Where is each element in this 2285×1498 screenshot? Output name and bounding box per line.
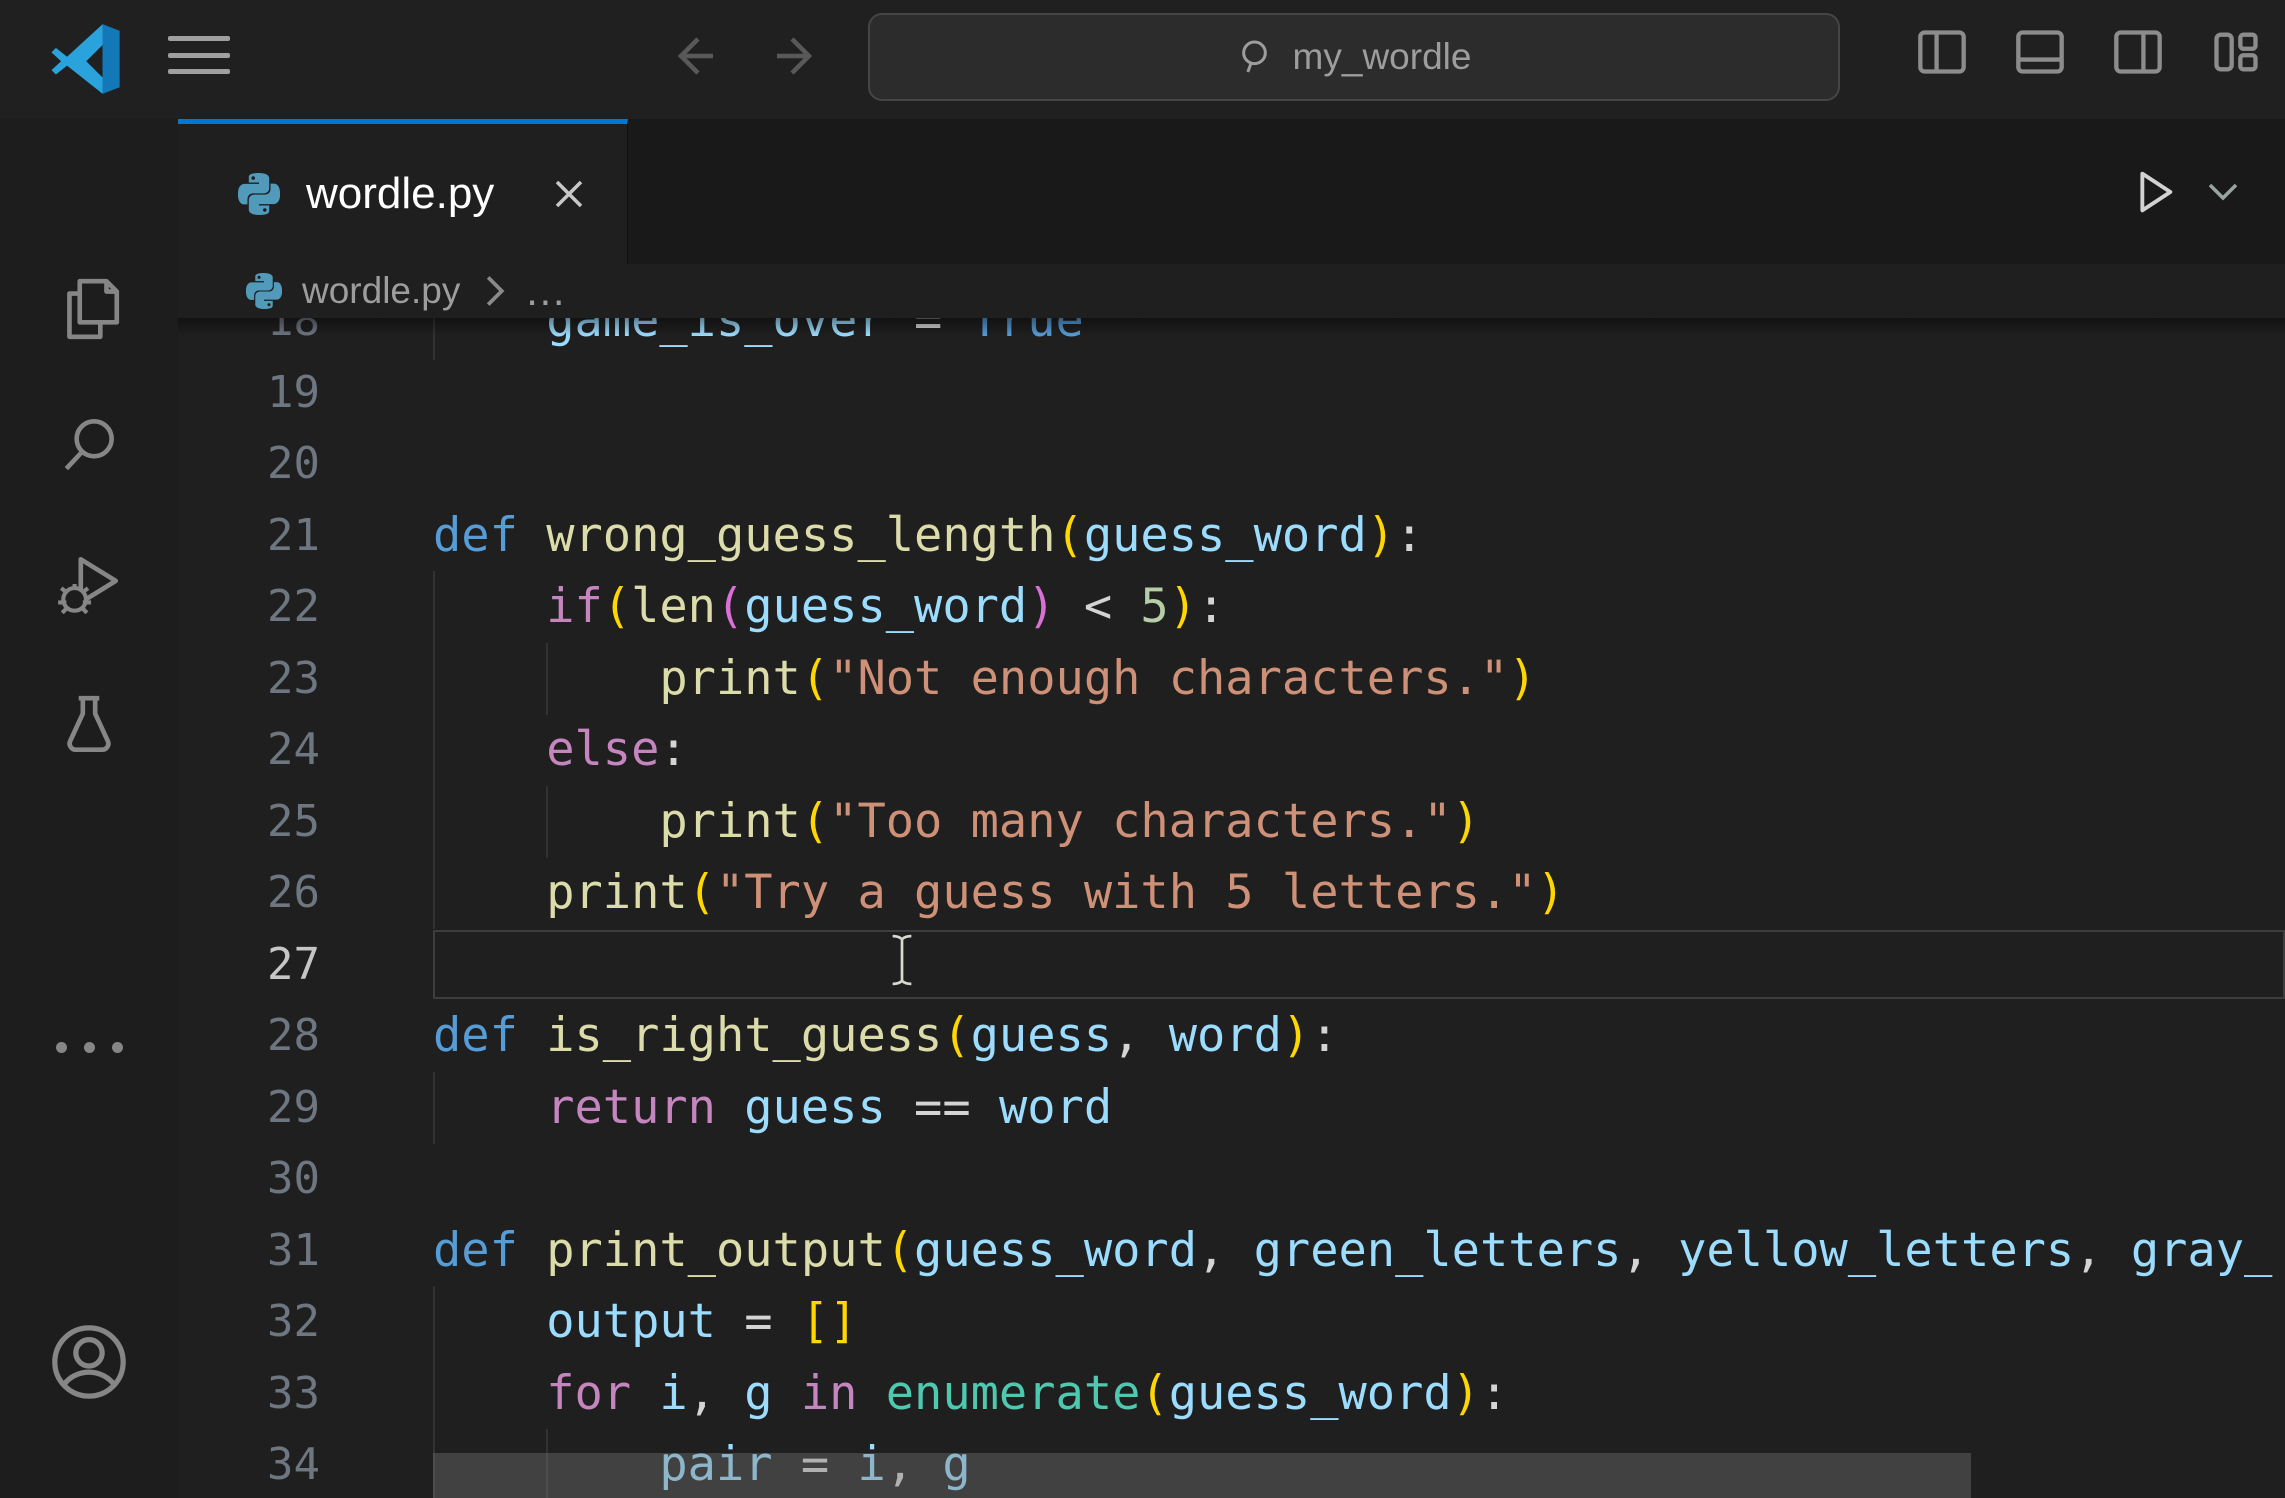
breadcrumb-more[interactable]: …: [524, 267, 570, 315]
line-number[interactable]: 33: [178, 1368, 320, 1419]
search-value: my_wordle: [1293, 36, 1472, 78]
search-icon: [1237, 37, 1277, 77]
line-number[interactable]: 31: [178, 1225, 320, 1276]
code-line[interactable]: 29 return guess == word: [178, 1072, 2285, 1144]
menu-hamburger-icon[interactable]: [168, 36, 230, 74]
chevron-right-icon: [482, 274, 508, 308]
code-line[interactable]: 20: [178, 428, 2285, 500]
line-number[interactable]: 23: [178, 653, 320, 704]
editor-actions: [2123, 119, 2239, 264]
code-text: return guess == word: [320, 1080, 1112, 1135]
code-text: def print_output(guess_word, green_lette…: [320, 1223, 2272, 1278]
code-text: if(len(guess_word) < 5):: [320, 579, 1225, 634]
layout-controls: [1916, 26, 2262, 78]
code-text: else:: [320, 722, 688, 777]
run-play-icon[interactable]: [2123, 163, 2181, 221]
code-line[interactable]: 32 output = []: [178, 1286, 2285, 1358]
toggle-panel-icon[interactable]: [2014, 26, 2066, 78]
code-editor[interactable]: 18 game_is_over = True192021def wrong_gu…: [178, 318, 2285, 1498]
line-number[interactable]: 30: [178, 1153, 320, 1204]
testing-flask-icon[interactable]: [53, 690, 125, 762]
forward-arrow-icon[interactable]: [766, 28, 822, 84]
scroll-shadow: [178, 318, 2285, 336]
more-views-ellipsis-icon[interactable]: [53, 1011, 125, 1083]
code-line[interactable]: 23 print("Not enough characters."): [178, 643, 2285, 715]
tab-label: wordle.py: [306, 169, 494, 219]
chevron-down-icon[interactable]: [2207, 181, 2239, 203]
horizontal-scrollbar[interactable]: [433, 1453, 1971, 1498]
code-line[interactable]: 22 if(len(guess_word) < 5):: [178, 571, 2285, 643]
line-number[interactable]: 21: [178, 510, 320, 561]
command-center-search[interactable]: my_wordle: [868, 13, 1840, 101]
line-number[interactable]: 27: [178, 939, 320, 990]
code-line[interactable]: 21def wrong_guess_length(guess_word):: [178, 500, 2285, 572]
code-line[interactable]: 26 print("Try a guess with 5 letters."): [178, 857, 2285, 929]
tab-bar: wordle.py: [178, 119, 2285, 264]
line-number[interactable]: 25: [178, 796, 320, 847]
line-number[interactable]: 19: [178, 367, 320, 418]
toggle-secondary-sidebar-icon[interactable]: [2112, 26, 2164, 78]
line-number[interactable]: 26: [178, 867, 320, 918]
code-text: for i, g in enumerate(guess_word):: [320, 1366, 1508, 1421]
run-debug-icon[interactable]: [53, 549, 125, 621]
explorer-files-icon[interactable]: [53, 273, 125, 345]
search-icon[interactable]: [53, 410, 125, 482]
code-line[interactable]: 33 for i, g in enumerate(guess_word):: [178, 1358, 2285, 1430]
tab-wordle-py[interactable]: wordle.py: [178, 119, 628, 264]
line-number[interactable]: 32: [178, 1296, 320, 1347]
code-text: output = []: [320, 1294, 857, 1349]
vscode-logo-icon: [50, 22, 124, 96]
title-bar: my_wordle: [0, 0, 2285, 119]
account-icon[interactable]: [43, 1316, 135, 1408]
python-environment-snake-icon[interactable]: [53, 1485, 125, 1498]
code-text: print("Too many characters."): [320, 794, 1480, 849]
mouse-text-cursor-icon: [886, 933, 918, 987]
line-number[interactable]: 24: [178, 724, 320, 775]
code-line[interactable]: 24 else:: [178, 714, 2285, 786]
back-arrow-icon[interactable]: [668, 28, 724, 84]
code-line[interactable]: 27: [178, 929, 2285, 1001]
code-text: def wrong_guess_length(guess_word):: [320, 508, 1423, 563]
code-text: print("Try a guess with 5 letters."): [320, 865, 1565, 920]
line-number[interactable]: 29: [178, 1082, 320, 1133]
breadcrumb: wordle.py …: [178, 264, 2285, 318]
code-line[interactable]: 31def print_output(guess_word, green_let…: [178, 1215, 2285, 1287]
line-number[interactable]: 20: [178, 438, 320, 489]
python-file-icon: [238, 173, 280, 215]
line-number[interactable]: 28: [178, 1010, 320, 1061]
code-rows: 18 game_is_over = True192021def wrong_gu…: [178, 318, 2285, 1498]
close-icon[interactable]: [551, 176, 587, 212]
vscode-window: my_wordle: [0, 0, 2285, 1498]
code-line[interactable]: 19: [178, 357, 2285, 429]
code-text: def is_right_guess(guess, word):: [320, 1008, 1339, 1063]
line-number[interactable]: 34: [178, 1439, 320, 1490]
breadcrumb-file[interactable]: wordle.py: [302, 270, 460, 312]
code-line[interactable]: 25 print("Too many characters."): [178, 786, 2285, 858]
activity-bar: [0, 119, 178, 1498]
code-line[interactable]: 28def is_right_guess(guess, word):: [178, 1000, 2285, 1072]
code-text: print("Not enough characters."): [320, 651, 1537, 706]
code-line[interactable]: 30: [178, 1143, 2285, 1215]
python-file-icon: [246, 273, 282, 309]
customize-layout-icon[interactable]: [2210, 26, 2262, 78]
line-number[interactable]: 22: [178, 581, 320, 632]
toggle-primary-sidebar-icon[interactable]: [1916, 26, 1968, 78]
